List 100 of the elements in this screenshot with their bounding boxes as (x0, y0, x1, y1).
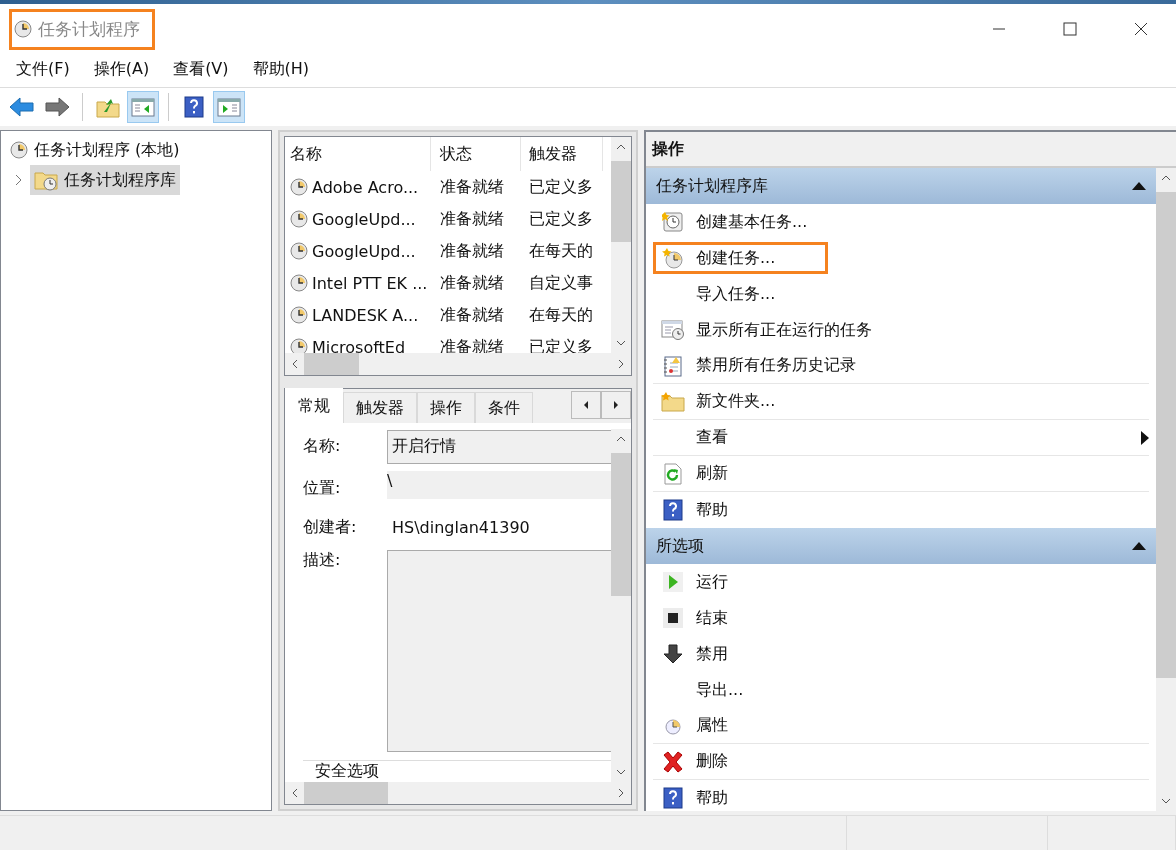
scroll-left-icon[interactable] (291, 359, 299, 369)
action-item[interactable]: 结束 (653, 602, 735, 634)
calendar-clock-icon (662, 211, 684, 233)
refresh-icon (662, 462, 684, 485)
tree-item[interactable]: 任务计划程序 (本地) (6, 135, 184, 165)
action-item[interactable]: 创建基本任务... (653, 206, 815, 238)
table-cell-text: 自定义事 (528, 272, 594, 294)
scroll-right-icon[interactable] (617, 359, 625, 369)
table-cell-text: 在每天的 (528, 304, 594, 326)
action-item[interactable]: 帮助 (653, 782, 735, 811)
scroll-up-icon[interactable] (616, 143, 626, 151)
table-cell-text: 准备就绪 (439, 272, 505, 294)
table-cell-text: 准备就绪 (439, 240, 505, 262)
table-cell-text: 准备就绪 (439, 208, 505, 230)
forward-arrow-icon (44, 96, 70, 118)
column-header[interactable]: 名称 (285, 137, 431, 171)
scroll-left-icon[interactable] (583, 401, 589, 409)
close-icon[interactable] (1134, 22, 1148, 36)
field-value: HS\dinglan41390 (391, 517, 530, 537)
scrollbar-thumb[interactable] (1156, 192, 1176, 678)
scrollbar-thumb[interactable] (611, 453, 631, 596)
scroll-up-icon[interactable] (1161, 174, 1171, 182)
input-field[interactable]: 开启行情 (387, 429, 611, 464)
section-header[interactable]: 任务计划程序库 (646, 168, 1156, 204)
clock-icon (10, 141, 28, 159)
action-item[interactable]: 禁用所有任务历史记录 (653, 349, 863, 382)
scroll-up-icon[interactable] (616, 435, 626, 443)
action-item[interactable]: 属性 (653, 709, 735, 742)
field-label: 名称: (303, 436, 342, 458)
task-name-cell[interactable]: LANDESK A... (285, 305, 431, 325)
clock-icon (662, 247, 684, 269)
submenu-arrow-icon[interactable] (1141, 430, 1149, 445)
action-item[interactable]: 创建任务... (653, 242, 829, 274)
action-item[interactable]: 刷新 (653, 457, 735, 490)
scrollbar[interactable] (611, 137, 631, 353)
task-name-cell[interactable]: GoogleUpd... (285, 209, 431, 229)
section-title: 安全选项 (315, 761, 379, 780)
task-name-cell[interactable]: MicrosoftEd (285, 337, 431, 353)
action-item[interactable]: 查看 (653, 421, 735, 454)
tab[interactable]: 常规 (285, 388, 343, 423)
task-name-cell[interactable]: Adobe Acro... (285, 177, 431, 197)
clock-icon (290, 242, 308, 260)
back-arrow-icon (9, 96, 35, 118)
delete-icon (661, 749, 685, 774)
scrollbar-thumb[interactable] (304, 353, 359, 375)
tab[interactable]: 触发器 (343, 392, 417, 423)
menu-item[interactable]: 操作(A) (85, 58, 158, 80)
action-item[interactable]: 导入任务... (653, 278, 783, 310)
pane-icon (217, 96, 241, 118)
action-item[interactable]: 新文件夹... (653, 385, 783, 418)
section-header[interactable]: 所选项 (646, 528, 1156, 564)
folder-clock-icon (34, 169, 58, 191)
collapse-icon[interactable] (1132, 182, 1146, 190)
clock-icon (290, 178, 308, 196)
action-item[interactable]: 帮助 (653, 494, 735, 526)
action-item[interactable]: 运行 (653, 566, 735, 598)
scrollbar[interactable] (285, 782, 631, 804)
table-cell-text: 在每天的 (528, 240, 594, 262)
action-item[interactable]: 删除 (653, 745, 735, 778)
scroll-left-icon[interactable] (291, 788, 299, 798)
column-header[interactable]: 触发器 (521, 137, 603, 171)
scrollbar-thumb[interactable] (304, 782, 388, 804)
scrollbar[interactable] (285, 353, 631, 375)
table-cell-text: 准备就绪 (439, 176, 505, 198)
clock-icon (290, 210, 308, 228)
clock-icon (290, 338, 308, 353)
help-icon (663, 499, 683, 521)
window-title: 任务计划程序 (38, 17, 140, 41)
scroll-down-icon[interactable] (616, 339, 626, 347)
table-cell-text: 准备就绪 (439, 304, 505, 326)
task-name-cell[interactable]: Intel PTT EK ... (285, 273, 431, 293)
scroll-down-icon[interactable] (616, 768, 626, 776)
scroll-right-icon[interactable] (617, 788, 625, 798)
window-clock-icon (661, 319, 685, 341)
tab[interactable]: 操作 (417, 392, 475, 423)
clock-icon (14, 20, 32, 38)
menu-item[interactable]: 帮助(H) (244, 58, 318, 80)
scroll-down-icon[interactable] (1161, 797, 1171, 805)
down-arrow-icon (662, 643, 684, 665)
scrollbar[interactable] (1156, 168, 1176, 811)
input-field[interactable]: \ (387, 470, 611, 499)
folder-icon (661, 390, 685, 413)
action-item[interactable]: 禁用 (653, 638, 735, 670)
scroll-right-icon[interactable] (613, 401, 619, 409)
tab[interactable]: 条件 (475, 392, 533, 423)
tree-item[interactable]: 任务计划程序库 (30, 165, 180, 195)
action-item[interactable]: 导出... (653, 674, 751, 706)
stop-icon (663, 608, 683, 628)
menu-item[interactable]: 查看(V) (165, 58, 237, 80)
collapse-icon[interactable] (1132, 542, 1146, 550)
maximize-icon[interactable] (1063, 22, 1077, 36)
play-icon (663, 572, 683, 592)
column-header[interactable]: 状态 (431, 137, 521, 171)
menu-item[interactable]: 文件(F) (8, 58, 78, 80)
scrollbar-thumb[interactable] (611, 161, 631, 242)
field-label: 描述: (303, 550, 342, 571)
action-item[interactable]: 显示所有正在运行的任务 (653, 314, 879, 346)
notebook-icon (662, 354, 684, 377)
description-field[interactable] (387, 550, 611, 752)
task-name-cell[interactable]: GoogleUpd... (285, 241, 431, 261)
